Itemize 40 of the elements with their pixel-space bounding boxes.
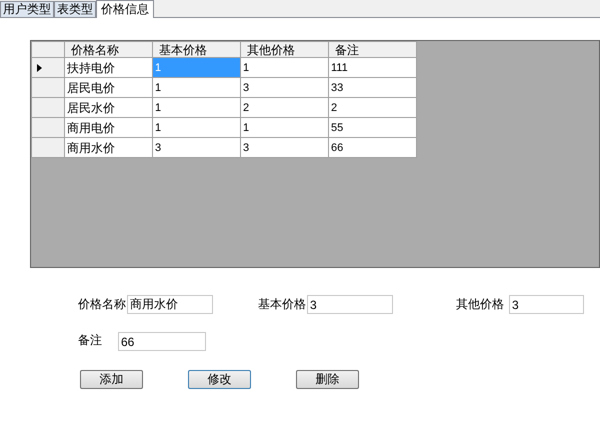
column-header[interactable]: 基本价格 [152,42,240,58]
field-label: 其他价格 [456,296,504,311]
table-cell: 111 [328,58,416,78]
table-cell: 3 [152,138,240,158]
field-label: 基本价格 [258,296,306,311]
table-cell: 55 [328,118,416,138]
table-cell: 1 [152,78,240,98]
table-cell: 66 [328,138,416,158]
column-header[interactable]: 价格名称 [64,42,152,58]
table-cell: 1 [152,58,240,78]
table-cell: 居民水价 [64,98,152,118]
action-button[interactable]: 修改 [188,370,251,389]
input-field[interactable]: 66 [118,332,206,351]
table-cell: 1 [240,58,328,78]
row-header[interactable] [32,58,64,78]
table-cell: 居民电价 [64,78,152,98]
column-header[interactable]: 其他价格 [240,42,328,58]
table-cell: 1 [152,118,240,138]
tab[interactable]: 用户类型 [0,1,54,17]
tab[interactable]: 表类型 [54,1,96,17]
column-header[interactable]: 备注 [328,42,416,58]
table-cell: 扶持电价 [64,58,152,78]
table-cell: 商用水价 [64,138,152,158]
field-label: 价格名称 [78,296,126,311]
input-field[interactable]: 3 [509,295,584,314]
table-cell: 商用电价 [64,118,152,138]
tab[interactable]: 价格信息 [96,0,154,18]
table-cell: 33 [328,78,416,98]
table-cell: 2 [328,98,416,118]
table-cell: 3 [240,138,328,158]
table-cell: 2 [240,98,328,118]
table-cell: 1 [152,98,240,118]
action-button[interactable]: 添加 [80,370,143,389]
input-field[interactable]: 商用水价 [127,295,213,314]
table-cell: 3 [240,78,328,98]
table-cell: 1 [240,118,328,138]
field-label: 备注 [78,332,103,347]
input-field[interactable]: 3 [307,295,393,314]
action-button[interactable]: 删除 [296,370,359,389]
row-pointer-icon [37,64,42,72]
